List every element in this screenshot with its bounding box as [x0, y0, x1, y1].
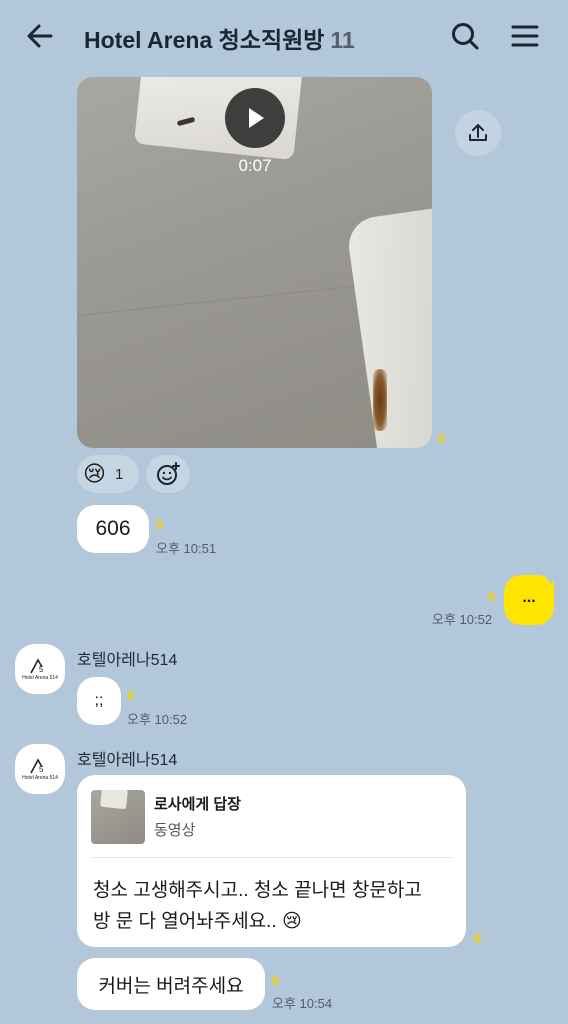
- message-bubble[interactable]: 606: [77, 505, 149, 553]
- back-arrow-icon: [27, 24, 53, 48]
- message-text: 606: [95, 517, 131, 540]
- reaction-count: 1: [114, 465, 124, 483]
- reply-subtitle: 동영상: [154, 822, 196, 839]
- search-icon: [452, 23, 479, 50]
- share-icon: [469, 124, 487, 141]
- sender-name: 호텔아레나514: [77, 752, 178, 769]
- video-stain: [373, 369, 387, 431]
- message-bubble[interactable]: ;;: [77, 677, 121, 725]
- unread-count: 6: [488, 589, 496, 604]
- avatar[interactable]: 5 Hotel Arena 514: [15, 744, 65, 794]
- avatar-caption: Hotel Arena 514: [22, 674, 58, 681]
- chat-room-title: Hotel Arena 청소직원방 11: [84, 21, 355, 55]
- svg-text:5: 5: [39, 765, 44, 774]
- add-reaction-button[interactable]: [146, 455, 190, 493]
- avatar-caption: Hotel Arena 514: [22, 774, 58, 781]
- unread-count: 6: [474, 931, 482, 946]
- avatar[interactable]: 5 Hotel Arena 514: [15, 644, 65, 694]
- search-button[interactable]: [447, 18, 483, 54]
- reaction-chip[interactable]: 😢 1: [77, 455, 139, 493]
- video-pillow-shape-2: [345, 205, 432, 448]
- unread-count: 6: [127, 688, 135, 703]
- unread-count: 5: [156, 517, 164, 532]
- video-message[interactable]: 0:07: [77, 77, 432, 448]
- menu-button[interactable]: [507, 18, 543, 54]
- message-bubble[interactable]: 커버는 버려주세요: [77, 958, 265, 1010]
- add-emoji-icon: [157, 462, 180, 485]
- back-button[interactable]: [22, 18, 58, 54]
- message-time: 오후 10:52: [127, 712, 188, 727]
- room-name: Hotel Arena 청소직원방: [84, 27, 325, 53]
- reply-title: 로사에게 답장: [154, 796, 241, 813]
- svg-text:5: 5: [39, 665, 44, 674]
- message-time: 오후 10:52: [432, 612, 493, 627]
- thumbnail-pillow-shape: [100, 790, 128, 810]
- message-text: ...: [522, 589, 536, 606]
- video-duration: 0:07: [238, 156, 272, 175]
- sender-name: 호텔아레나514: [77, 652, 178, 669]
- message-line-2-text: 방 문 다 열어놔주세요..: [93, 911, 277, 932]
- reply-divider: [91, 857, 452, 858]
- message-text: ;;: [94, 692, 104, 709]
- message-time: 오후 10:51: [156, 541, 217, 556]
- unread-count: 6: [272, 973, 280, 988]
- member-count: 11: [330, 27, 355, 53]
- hotel-arena-logo-icon: 5: [30, 657, 44, 674]
- crying-face-emoji: 😢: [83, 461, 106, 486]
- play-button[interactable]: [225, 88, 285, 148]
- message-line-2: 방 문 다 열어놔주세요.. 😢: [93, 906, 422, 937]
- my-message-bubble[interactable]: ...: [504, 575, 554, 625]
- reply-message-bubble[interactable]: 로사에게 답장 동영상 청소 고생해주시고.. 청소 끝나면 창문하고 방 문 …: [77, 775, 466, 947]
- message-line-1: 청소 고생해주시고.. 청소 끝나면 창문하고: [93, 880, 422, 901]
- unread-count: 5: [438, 431, 446, 446]
- message-text: 커버는 버려주세요: [98, 975, 244, 997]
- message-time: 오후 10:54: [272, 996, 333, 1011]
- hotel-arena-logo-icon: 5: [30, 757, 44, 774]
- reply-thumbnail[interactable]: [91, 790, 145, 844]
- play-icon: [249, 108, 264, 128]
- share-button[interactable]: [455, 110, 501, 156]
- message-text: 청소 고생해주시고.. 청소 끝나면 창문하고 방 문 다 열어놔주세요.. 😢: [93, 875, 422, 937]
- sad-face-emoji: 😢: [282, 911, 302, 932]
- menu-icon: [511, 25, 539, 47]
